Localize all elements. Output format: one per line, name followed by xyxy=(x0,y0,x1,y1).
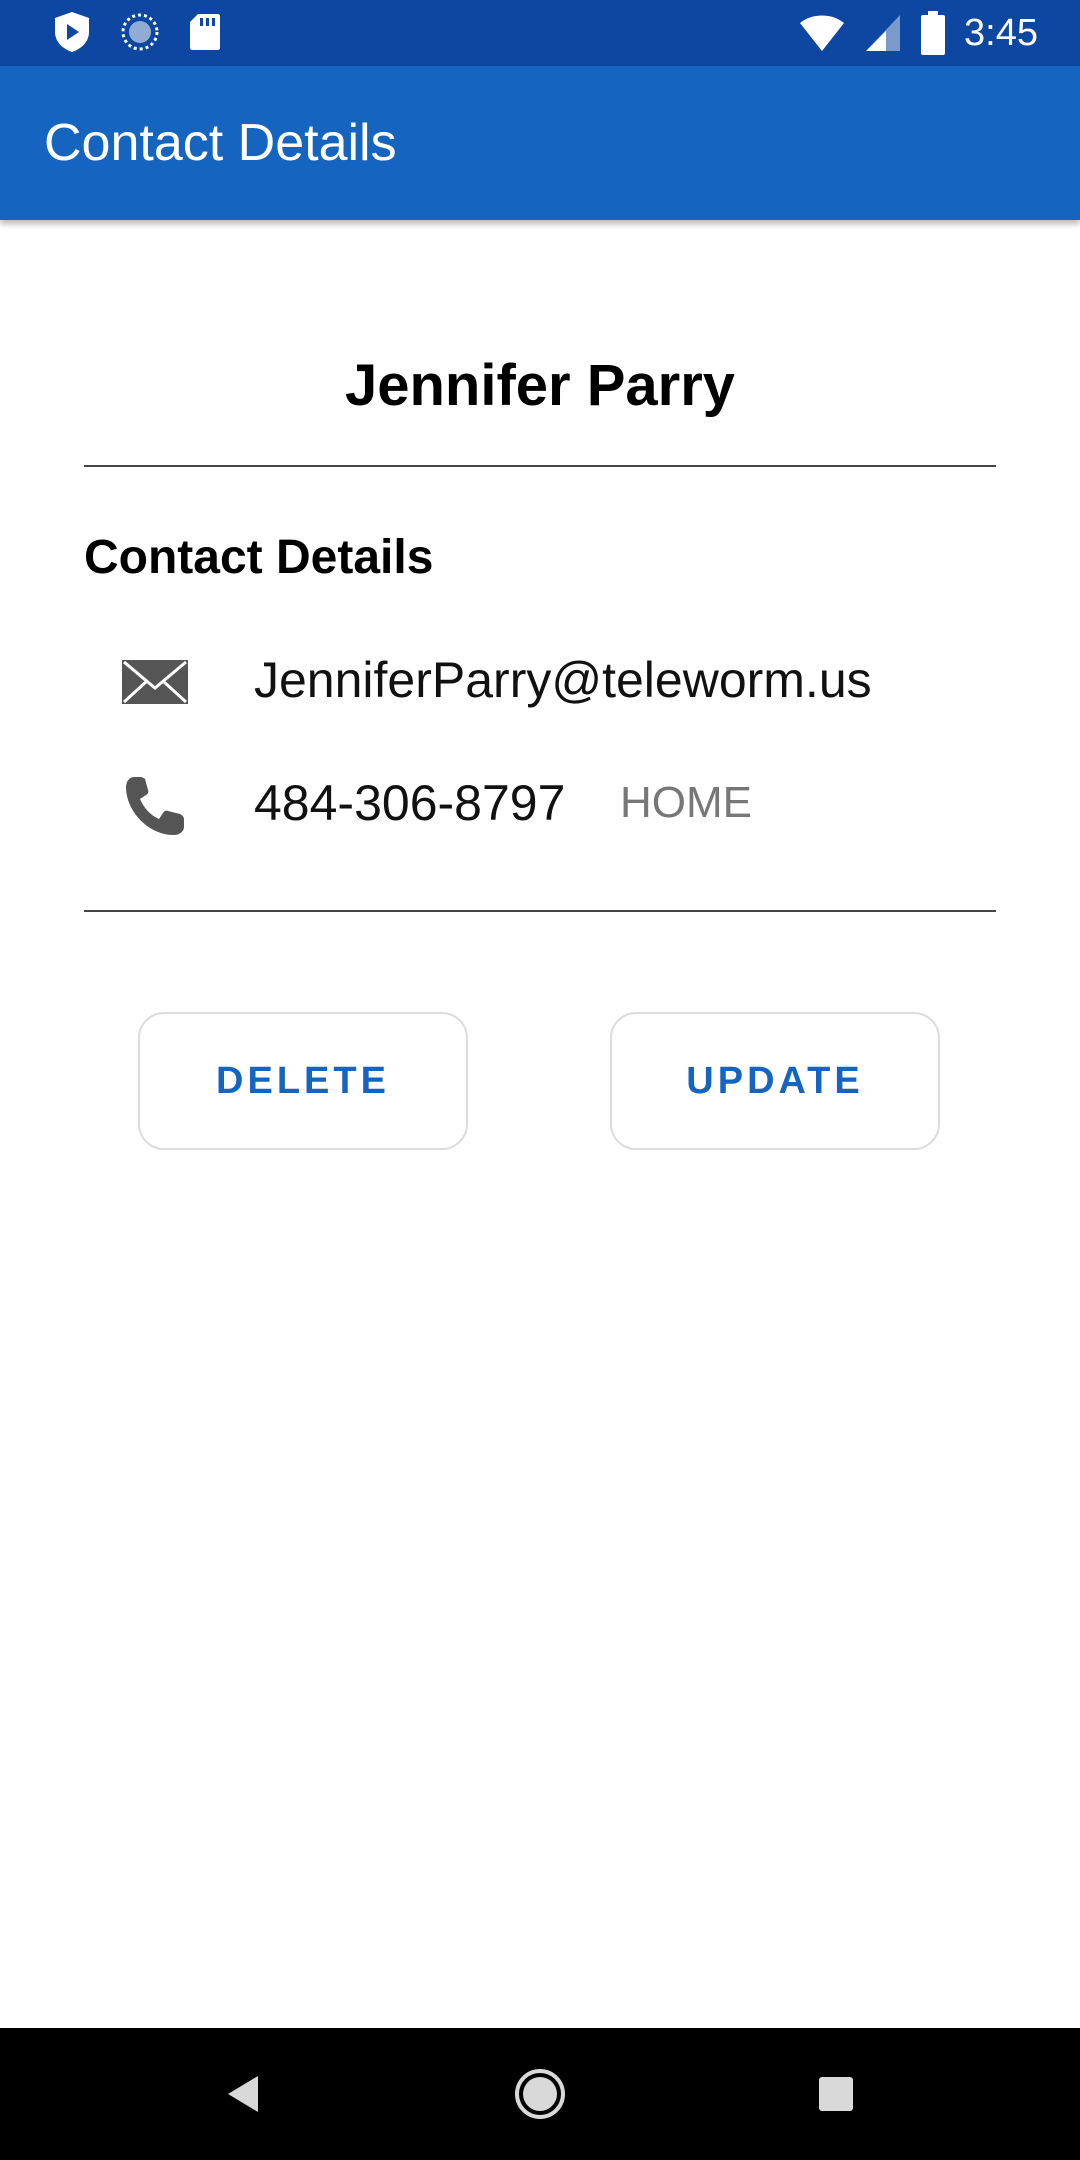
divider-top xyxy=(84,465,996,467)
email-icon xyxy=(120,650,190,710)
contact-name: Jennifer Parry xyxy=(344,353,736,418)
phone-type-label: HOME xyxy=(620,778,752,827)
email-row[interactable]: JenniferParry@teleworm.us xyxy=(84,635,996,725)
battery-icon xyxy=(920,11,946,55)
email-value[interactable]: JenniferParry@teleworm.us xyxy=(254,635,872,725)
status-time: 3:45 xyxy=(964,12,1038,54)
section-title: Contact Details xyxy=(84,531,434,584)
status-left-icons xyxy=(52,10,222,54)
delete-button[interactable]: DELETE xyxy=(138,1012,468,1150)
sd-card-icon xyxy=(188,12,222,52)
wifi-icon xyxy=(798,13,846,53)
home-icon[interactable] xyxy=(498,2052,582,2136)
divider-bottom xyxy=(84,910,996,912)
sync-icon xyxy=(120,12,160,52)
phone-value[interactable]: 484-306-8797 xyxy=(254,758,565,848)
back-icon[interactable] xyxy=(200,2052,284,2136)
navigation-bar xyxy=(0,2028,1080,2160)
phone-row[interactable]: 484-306-8797 HOME xyxy=(84,758,996,848)
update-button[interactable]: UPDATE xyxy=(610,1012,940,1150)
shield-icon xyxy=(52,10,92,54)
cell-signal-icon xyxy=(864,13,902,53)
phone-icon xyxy=(120,773,190,835)
status-right-icons: 3:45 xyxy=(798,8,1038,58)
recents-icon[interactable] xyxy=(794,2052,878,2136)
status-bar: 3:45 xyxy=(0,0,1080,66)
app-bar-title: Contact Details xyxy=(44,114,397,172)
app-bar: Contact Details xyxy=(0,66,1080,220)
